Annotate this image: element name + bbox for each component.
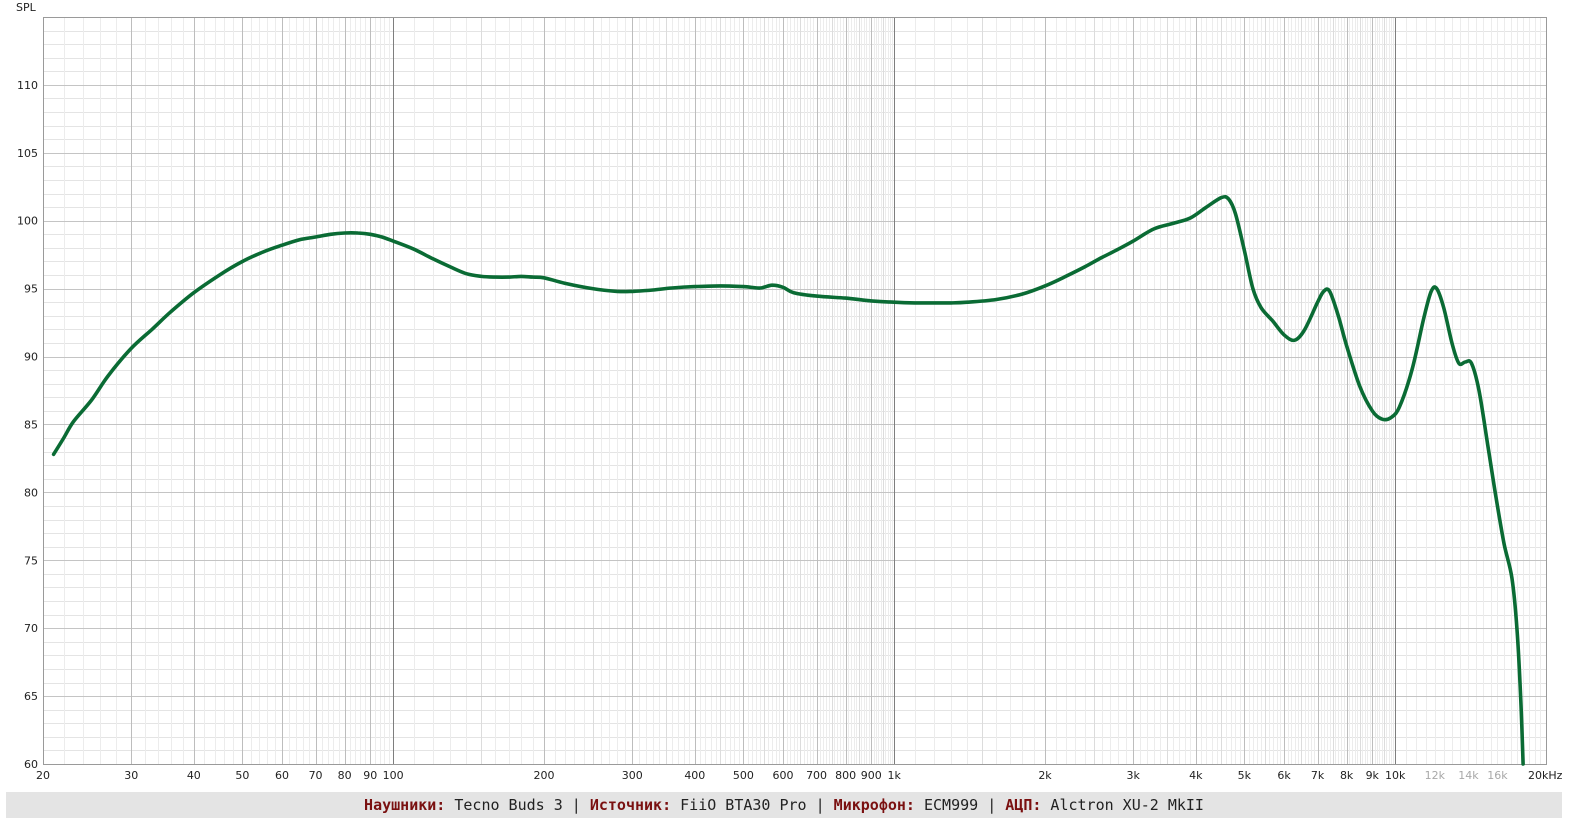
headphones-value: Tecno Buds 3 — [454, 796, 563, 814]
x-tick-label: 80 — [338, 769, 352, 782]
y-tick-label: 75 — [24, 554, 38, 567]
x-tick-label: 50 — [235, 769, 249, 782]
x-tick-label: 5k — [1238, 769, 1252, 782]
x-tick-label: 10k — [1385, 769, 1406, 782]
grid-minor-lines — [43, 17, 1546, 764]
source-value: FiiO BTA30 Pro — [680, 796, 807, 814]
y-tick-label: 90 — [24, 351, 38, 364]
y-tick-label: 65 — [24, 690, 38, 703]
y-tick-label: 80 — [24, 486, 38, 499]
x-tick-label: 600 — [773, 769, 794, 782]
source-label: Источник: — [589, 796, 672, 814]
x-tick-label: 12k — [1425, 769, 1446, 782]
y-tick-label: 105 — [17, 147, 38, 160]
x-tick-label: 500 — [733, 769, 754, 782]
x-tick-label: 3k — [1127, 769, 1141, 782]
x-tick-label: 100 — [383, 769, 404, 782]
x-tick-label: 30 — [124, 769, 138, 782]
microphone-label: Микрофон: — [833, 796, 915, 814]
frequency-response-line — [51, 194, 1525, 766]
microphone-value: ECM999 — [923, 796, 979, 814]
measurement-info-bar: Наушники: Tecno Buds 3 | Источник: FiiO … — [6, 792, 1562, 818]
x-tick-label: 800 — [835, 769, 856, 782]
x-tick-label: 8k — [1340, 769, 1354, 782]
y-tick-label: 100 — [17, 215, 38, 228]
frequency-response-chart: 60 65 70 75 80 85 90 95 100 105 110 20 30 40 50 60 70 80… — [16, 1, 1563, 782]
x-tick-label: 300 — [622, 769, 643, 782]
y-tick-label: 85 — [24, 418, 38, 431]
x-tick-label: 60 — [275, 769, 289, 782]
x-tick-label: 20kHz — [1528, 769, 1563, 782]
separator: | — [987, 796, 997, 814]
x-tick-label: 70 — [309, 769, 323, 782]
adc-value: Alctron XU-2 MkII — [1050, 796, 1204, 814]
x-tick-label: 90 — [363, 769, 377, 782]
y-tick-label: 110 — [17, 79, 38, 92]
x-tick-labels: 20 30 40 50 60 70 80 90 100 200 300 400 500 600 700 800… — [36, 769, 1563, 782]
x-tick-label: 700 — [806, 769, 827, 782]
x-tick-label: 9k — [1366, 769, 1380, 782]
separator: | — [571, 796, 581, 814]
x-tick-label: 200 — [534, 769, 555, 782]
y-tick-label: 70 — [24, 622, 38, 635]
x-tick-label: 1k — [887, 769, 901, 782]
x-tick-label: 40 — [187, 769, 201, 782]
x-tick-label: 14k — [1458, 769, 1479, 782]
x-tick-label: 2k — [1038, 769, 1052, 782]
x-tick-label: 900 — [861, 769, 882, 782]
adc-label: АЦП: — [1005, 796, 1042, 814]
curve-layer — [51, 194, 1525, 766]
y-tick-label: 95 — [24, 283, 38, 296]
x-tick-label: 7k — [1311, 769, 1325, 782]
x-tick-label: 6k — [1277, 769, 1291, 782]
headphones-label: Наушники: — [364, 796, 446, 814]
x-tick-label: 16k — [1487, 769, 1508, 782]
y-tick-labels: 6065707580859095100105110 — [17, 79, 38, 771]
x-tick-label: 400 — [684, 769, 705, 782]
x-tick-label: 4k — [1189, 769, 1203, 782]
separator: | — [815, 796, 825, 814]
x-tick-label: 20 — [36, 769, 50, 782]
y-axis-label: SPL — [16, 1, 37, 14]
